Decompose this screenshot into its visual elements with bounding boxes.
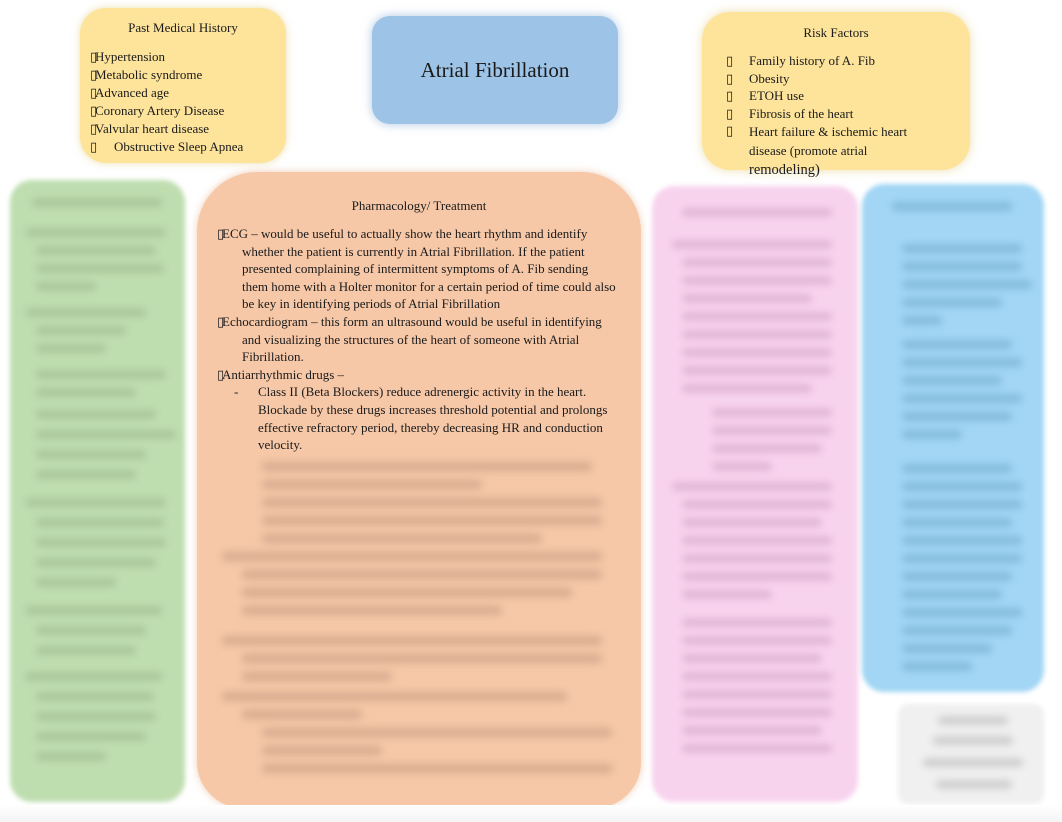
past-medical-history-box: Past Medical History ▯Hypertension ▯Meta… — [80, 8, 286, 163]
green-column-box — [10, 180, 185, 802]
blurred-content — [217, 454, 617, 784]
list-item: ▯Metabolic syndrome — [90, 67, 203, 82]
list-item: ▯ Heart failure & ischemic heart disease … — [726, 123, 908, 178]
treatment-paragraph: ▯Antiarrhythmic drugs – — [217, 366, 345, 382]
list-item: ▯Valvular heart disease — [90, 121, 210, 136]
list-item: ▯ Obstructive Sleep Apnea — [90, 139, 244, 154]
blue-column-box — [862, 184, 1044, 692]
list-item: ▯ ETOH use — [726, 88, 805, 103]
pharmacology-heading: Pharmacology/ Treatment — [351, 198, 487, 213]
list-item: ▯ Obesity — [726, 70, 790, 86]
blurred-content — [862, 184, 1044, 692]
blurred-content — [652, 186, 858, 802]
title-box: Atrial Fibrillation — [372, 16, 618, 124]
treatment-paragraph: ▯ECG – would be useful to actually show … — [217, 226, 616, 312]
drug-class-item: - Class II (Beta Blockers) reduce adrene… — [234, 384, 608, 453]
bullet-icon: ▯ — [726, 105, 734, 121]
dash-bullet: - — [234, 384, 239, 400]
list-item: ▯ Family history of A. Fib — [726, 53, 876, 68]
pharmacology-treatment-box: Pharmacology/ Treatment ▯ECG – would be … — [197, 172, 641, 808]
past-medical-history-list: ▯Hypertension ▯Metabolic syndrome ▯Advan… — [90, 48, 243, 156]
blurred-content — [10, 180, 185, 802]
pharmacology-content: ▯ECG – would be useful to actually show … — [217, 225, 617, 454]
bullet-icon: ▯ — [726, 88, 734, 103]
list-item: ▯Advanced age — [90, 85, 169, 100]
treatment-paragraph: ▯Echocardiogram – this form an ultrasoun… — [217, 313, 602, 365]
pink-column-box — [652, 186, 858, 802]
bullet-icon: ▯ — [90, 139, 98, 154]
past-medical-history-heading: Past Medical History — [128, 20, 238, 35]
risk-factors-heading: Risk Factors — [803, 25, 869, 40]
list-item: ▯Coronary Artery Disease — [90, 103, 225, 118]
blurred-content — [898, 704, 1044, 804]
risk-factors-box: Risk Factors ▯ Family history of A. Fib ▯… — [702, 12, 970, 178]
bullet-icon: ▯ — [726, 53, 734, 68]
bullet-icon: ▯ — [726, 123, 734, 138]
page-bottom-edge — [0, 805, 1062, 822]
gray-note-box — [898, 704, 1044, 804]
list-item: ▯Hypertension — [90, 49, 166, 64]
bullet-icon: ▯ — [726, 70, 734, 86]
page-title: Atrial Fibrillation — [420, 57, 570, 82]
list-item: ▯ Fibrosis of the heart — [726, 105, 854, 121]
risk-factors-list: ▯ Family history of A. Fib ▯ Obesity ▯ ETOH… — [726, 52, 949, 180]
